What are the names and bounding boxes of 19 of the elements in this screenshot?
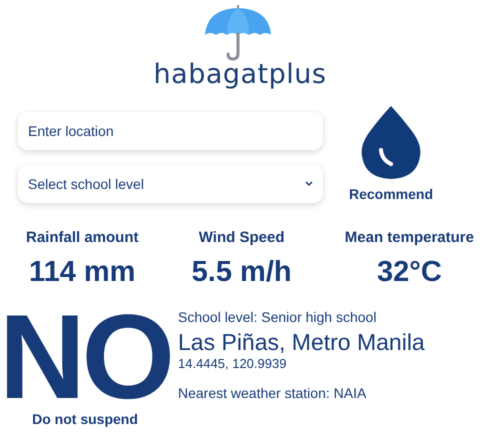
stat-label: Wind Speed xyxy=(198,229,284,246)
coordinates-text: 14.4445, 120.9939 xyxy=(178,356,288,371)
stat-label: Mean temperature xyxy=(344,229,474,246)
umbrella-icon xyxy=(203,3,273,61)
location-field[interactable]: Enter location xyxy=(18,112,323,150)
water-drop-icon xyxy=(360,106,422,180)
app-logo-text: habagatplus xyxy=(154,59,326,90)
stat-value: 5.5 m/h xyxy=(192,256,292,289)
weather-station-text: Nearest weather station: NAIA xyxy=(178,385,368,401)
recommend-button[interactable]: Recommend xyxy=(341,106,441,202)
location-name: Las Piñas, Metro Manila xyxy=(178,329,425,356)
school-level-text: School level: Senior high school xyxy=(178,309,378,325)
stat-value: 32°C xyxy=(376,256,442,289)
stat-label: Rainfall amount xyxy=(26,229,139,246)
verdict-text: NO xyxy=(0,311,171,403)
stat-value: 114 mm xyxy=(29,256,136,289)
school-level-select[interactable]: Select school level xyxy=(18,165,323,203)
verdict-caption: Do not suspend xyxy=(32,411,138,427)
chevron-down-icon xyxy=(305,181,313,187)
